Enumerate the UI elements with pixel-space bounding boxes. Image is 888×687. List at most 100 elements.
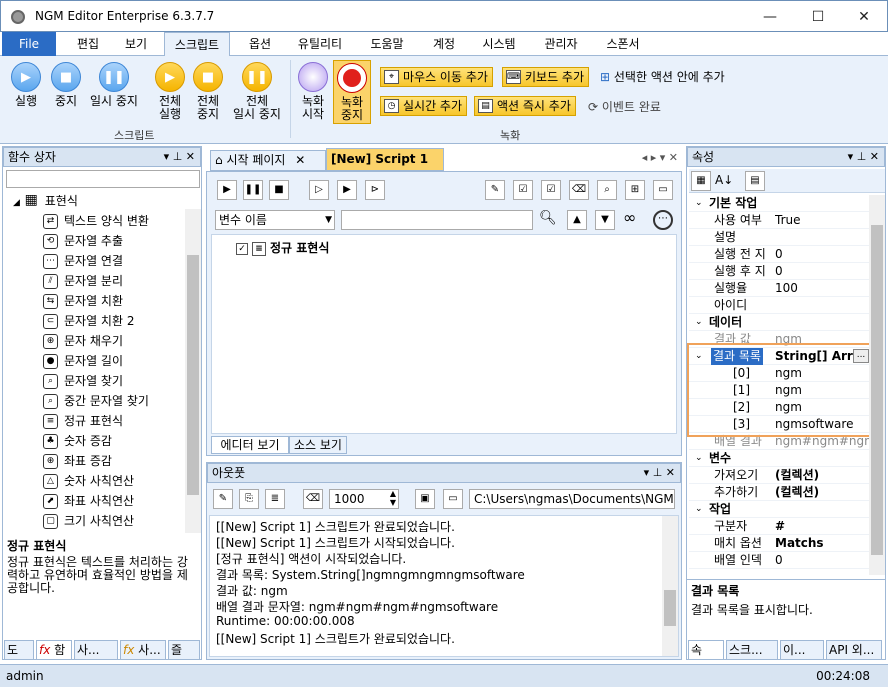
tab-nav-icon[interactable]: ◂ ▸ ▾ ✕ [642, 151, 678, 164]
check-all-icon[interactable]: ☑ [541, 180, 561, 200]
pause-button[interactable]: ❚❚ 일시 중지 [86, 62, 142, 108]
tab-source-view[interactable]: 소스 보기 [289, 436, 347, 454]
pause-icon[interactable]: ❚❚ [243, 180, 263, 200]
folder-icon[interactable]: ▭ [443, 489, 463, 509]
find-icon[interactable]: ⌕ [597, 180, 617, 200]
run-icon[interactable]: ▶ [217, 180, 237, 200]
categorized-icon[interactable]: ▦ [691, 171, 711, 191]
function-item[interactable]: △ 숫자 사칙연산 [43, 471, 134, 491]
tab-start-page[interactable]: ⌂ 시작 페이지 ✕ [210, 150, 326, 171]
function-item[interactable]: ≡ 정규 표현식 [43, 411, 123, 431]
menu-edit[interactable]: 편집 [66, 32, 110, 56]
collapse-icon[interactable]: ⌄ [695, 195, 703, 212]
panel-controls-icon[interactable]: ▾ ⊥ ✕ [644, 464, 675, 482]
menu-script[interactable]: 스크립트 [164, 32, 230, 57]
event-done-button[interactable]: ⟳ 이벤트 완료 [588, 98, 661, 115]
left-tab-3[interactable]: fx 사... [120, 640, 166, 660]
property-row[interactable]: 실행율 100 [689, 280, 871, 297]
step-icon[interactable]: ▷ [309, 180, 329, 200]
menu-sponsor[interactable]: 스폰서 [596, 32, 650, 56]
property-row[interactable]: 설명 [689, 229, 871, 246]
infinity-icon[interactable]: ∞ [623, 208, 636, 227]
menu-admin[interactable]: 관리자 [534, 32, 588, 56]
right-tab-3[interactable]: API 외... [826, 640, 882, 660]
function-item[interactable]: ⊂ 문자열 치환 2 [43, 311, 134, 331]
menu-account[interactable]: 계정 [422, 32, 466, 56]
property-row[interactable]: 아이디 [689, 297, 871, 314]
function-item[interactable]: ⇄ 텍스트 양식 변환 [43, 211, 149, 231]
menu-help[interactable]: 도움말 [362, 32, 412, 56]
run-button[interactable]: ▶ 실행 [6, 62, 46, 108]
collapse-icon[interactable]: ◢ [13, 198, 20, 208]
collapse-icon[interactable]: ⌄ [695, 450, 703, 467]
property-row[interactable]: 실행 후 지 0 [689, 263, 871, 280]
function-item[interactable]: ● 문자열 길이 [43, 351, 123, 371]
left-tab-4[interactable]: 즐 [168, 640, 200, 660]
property-row[interactable]: 구분자 # [689, 518, 871, 535]
property-category[interactable]: ⌄ 데이터 [689, 314, 871, 331]
stepper-arrows-icon[interactable]: ▲ ▼ [390, 489, 396, 507]
function-item[interactable]: ⬈ 좌표 사칙연산 [43, 491, 134, 511]
check-icon[interactable]: ☑ [513, 180, 533, 200]
panel-controls-icon[interactable]: ▾ ⊥ ✕ [164, 148, 195, 166]
function-item[interactable]: ⌕ 중간 문자열 찾기 [43, 391, 149, 411]
add-action-now-button[interactable]: ▤ 액션 즉시 추가 [474, 96, 576, 116]
property-category[interactable]: ⌄ 변수 [689, 450, 871, 467]
properties-scroll-thumb[interactable] [871, 225, 883, 555]
collapse-icon[interactable]: ⌄ [695, 314, 703, 331]
eraser-icon[interactable]: ⌫ [303, 489, 323, 509]
close-button[interactable]: ✕ [841, 1, 887, 33]
menu-system[interactable]: 시스템 [474, 32, 524, 56]
right-tab-1[interactable]: 스크... [726, 640, 778, 660]
function-item[interactable]: ⟲ 문자열 추출 [43, 231, 123, 251]
sort-az-icon[interactable]: A↓ [715, 173, 733, 187]
structure-icon[interactable]: ⊞ [625, 180, 645, 200]
left-tab-2[interactable]: 사... [74, 640, 118, 660]
log-path-field[interactable]: C:\Users\ngmas\Documents\NGM6\ [469, 489, 675, 509]
tab-script-1[interactable]: [New] Script 1 ✕ [326, 148, 444, 187]
function-item[interactable]: ▢ 크기 사칙연산 [43, 511, 134, 531]
property-row[interactable]: 배열 인덱 0 [689, 552, 871, 569]
output-scroll-thumb[interactable] [664, 590, 676, 626]
menu-options[interactable]: 옵션 [238, 32, 282, 56]
function-item[interactable]: ⋯ 문자열 연결 [43, 251, 123, 271]
stop-button[interactable]: ■ 중지 [46, 62, 86, 108]
delete-icon[interactable]: ⌫ [569, 180, 589, 200]
stop-all-button[interactable]: ■ 전체 중지 [188, 62, 228, 121]
save-icon[interactable]: ▣ [415, 489, 435, 509]
close-tab-icon[interactable]: ✕ [295, 153, 305, 167]
more-icon[interactable]: ⋯ [653, 210, 673, 230]
maximize-button[interactable]: ☐ [795, 1, 841, 33]
function-item[interactable]: ⫽ 문자열 분리 [43, 271, 123, 291]
stop-icon[interactable]: ■ [269, 180, 289, 200]
function-item[interactable]: ⊕ 문자 채우기 [43, 331, 123, 351]
move-down-button[interactable]: ▼ [595, 210, 615, 230]
run-all-button[interactable]: ▶ 전체 실행 [150, 62, 190, 121]
property-pages-icon[interactable]: ▤ [745, 171, 765, 191]
function-item[interactable]: ♣ 숫자 증감 [43, 431, 112, 451]
menu-file[interactable]: File [2, 32, 56, 56]
properties-scrollbar[interactable] [869, 195, 885, 575]
property-category[interactable]: ⌄ 기본 작업 [689, 195, 871, 212]
property-row[interactable]: 추가하기 (컬렉션) [689, 484, 871, 501]
panel-controls-icon[interactable]: ▾ ⊥ ✕ [848, 148, 879, 166]
copy-output-icon[interactable]: ⎘ [239, 489, 259, 509]
record-stop-button[interactable]: 녹화 중지 [333, 60, 371, 124]
tree-scroll-thumb[interactable] [187, 255, 199, 495]
record-start-button[interactable]: 녹화 시작 [294, 62, 332, 121]
tree-root[interactable]: ◢ ▦ 표현식 [13, 191, 78, 211]
checkbox-checked-icon[interactable]: ✓ [236, 242, 248, 255]
add-inside-action-button[interactable]: ⊞ 선택한 액션 안에 추가 [600, 68, 725, 85]
menu-utility[interactable]: 유틸리티 [288, 32, 352, 56]
property-row[interactable]: 가져오기 (컬렉션) [689, 467, 871, 484]
wrap-output-icon[interactable]: ≣ [265, 489, 285, 509]
tab-editor-view[interactable]: 에디터 보기 [211, 436, 289, 454]
function-item[interactable]: ⊕ 좌표 증감 [43, 451, 112, 471]
add-realtime-button[interactable]: ◷ 실시간 추가 [380, 96, 468, 116]
property-row[interactable]: 실행 전 지 0 [689, 246, 871, 263]
function-item[interactable]: ⌕ 문자열 찾기 [43, 371, 123, 391]
property-row[interactable]: 매치 옵션 Matchs [689, 535, 871, 552]
right-tab-2[interactable]: 이... [780, 640, 824, 660]
add-keyboard-button[interactable]: ⌨ 키보드 추가 [502, 67, 590, 87]
pause-all-button[interactable]: ❚❚ 전체 일시 중지 [228, 62, 286, 121]
